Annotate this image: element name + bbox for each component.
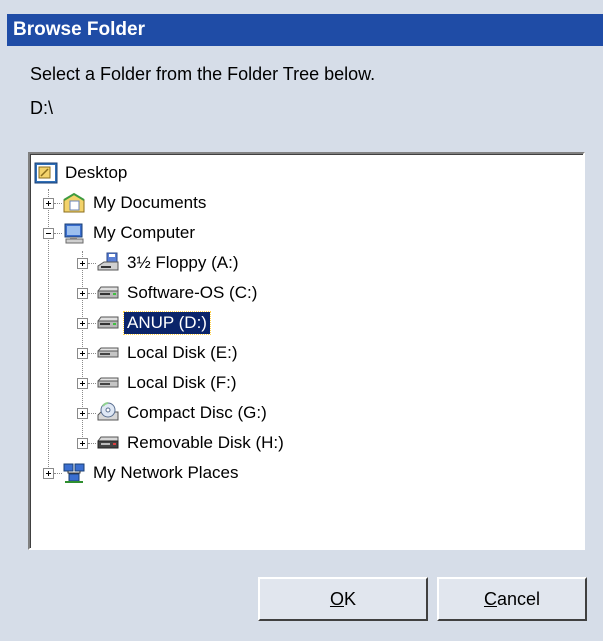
tree-node-label: Local Disk (F:) xyxy=(127,373,237,392)
dialog-title: Browse Folder xyxy=(13,19,145,40)
my-computer-icon xyxy=(64,223,84,244)
tree-node-drive-c[interactable]: Software-OS (C:) xyxy=(77,279,260,307)
my-documents-icon xyxy=(63,192,85,213)
tree-node-drive-d[interactable]: ANUP (D:) xyxy=(77,309,211,337)
tree-connector xyxy=(54,232,62,234)
hard-drive-icon xyxy=(97,347,119,358)
browse-folder-dialog: Browse Folder Select a Folder from the F… xyxy=(0,0,603,641)
dialog-title-bar[interactable]: Browse Folder xyxy=(7,14,603,46)
tree-connector xyxy=(54,472,62,474)
tree-node-my-computer[interactable]: My Computer xyxy=(43,219,198,247)
network-places-icon xyxy=(63,463,85,483)
instruction-text: Select a Folder from the Folder Tree bel… xyxy=(30,64,376,84)
expand-plus-icon[interactable] xyxy=(77,317,88,329)
tree-node-label: Software-OS (C:) xyxy=(127,283,258,302)
ok-label-rest: K xyxy=(344,588,357,609)
tree-node-label: My Network Places xyxy=(93,463,239,482)
tree-connector xyxy=(88,352,96,354)
tree-node-label: Local Disk (E:) xyxy=(127,343,238,362)
expand-plus-icon[interactable] xyxy=(77,407,88,419)
tree-node-desktop[interactable]: Desktop xyxy=(34,159,130,187)
expand-plus-icon[interactable] xyxy=(43,197,54,209)
ok-button[interactable]: OK xyxy=(258,577,428,621)
tree-node-label-selected: ANUP (D:) xyxy=(123,311,211,335)
selected-path: D:\ xyxy=(30,98,54,118)
tree-node-label: 3½ Floppy (A:) xyxy=(127,253,239,272)
tree-node-label: My Computer xyxy=(93,223,196,242)
tree-connector xyxy=(88,442,96,444)
tree-connector xyxy=(88,262,96,264)
tree-node-my-network-places[interactable]: My Network Places xyxy=(43,459,241,487)
expand-plus-icon[interactable] xyxy=(43,467,54,479)
tree-node-label: Compact Disc (G:) xyxy=(127,403,267,422)
tree-connector xyxy=(54,202,62,204)
tree-connector xyxy=(88,382,96,384)
tree-connector xyxy=(88,322,96,324)
cd-drive-icon xyxy=(97,402,119,421)
collapse-minus-icon[interactable] xyxy=(43,227,54,239)
tree-node-drive-e[interactable]: Local Disk (E:) xyxy=(77,339,241,367)
expand-plus-icon[interactable] xyxy=(77,287,88,299)
expand-plus-icon[interactable] xyxy=(77,437,88,449)
tree-node-my-documents[interactable]: My Documents xyxy=(43,189,209,217)
ok-mnemonic: O xyxy=(329,588,344,609)
cancel-button[interactable]: Cancel xyxy=(437,577,587,621)
hard-drive-icon xyxy=(97,377,119,388)
cancel-mnemonic: C xyxy=(483,588,497,609)
folder-tree-viewport: Desktop My Documents My Computer 3½ Flop… xyxy=(30,154,583,548)
tree-node-label: Desktop xyxy=(65,163,128,182)
cancel-label-rest: ancel xyxy=(496,588,541,609)
expand-plus-icon[interactable] xyxy=(77,257,88,269)
tree-node-drive-f[interactable]: Local Disk (F:) xyxy=(77,369,240,397)
desktop-icon xyxy=(34,162,58,184)
tree-node-label: My Documents xyxy=(93,193,207,212)
expand-plus-icon[interactable] xyxy=(77,347,88,359)
expand-plus-icon[interactable] xyxy=(77,377,88,389)
tree-node-floppy-a[interactable]: 3½ Floppy (A:) xyxy=(77,249,242,277)
removable-drive-icon xyxy=(97,436,119,449)
tree-connector xyxy=(88,292,96,294)
tree-node-drive-h[interactable]: Removable Disk (H:) xyxy=(77,429,287,457)
hard-drive-icon xyxy=(97,286,119,299)
tree-node-label: Removable Disk (H:) xyxy=(127,433,284,452)
hard-drive-icon xyxy=(97,316,119,329)
floppy-drive-icon xyxy=(97,252,119,271)
tree-node-drive-g[interactable]: Compact Disc (G:) xyxy=(77,399,270,427)
folder-tree[interactable]: Desktop My Documents My Computer 3½ Flop… xyxy=(28,152,585,550)
tree-connector xyxy=(88,412,96,414)
